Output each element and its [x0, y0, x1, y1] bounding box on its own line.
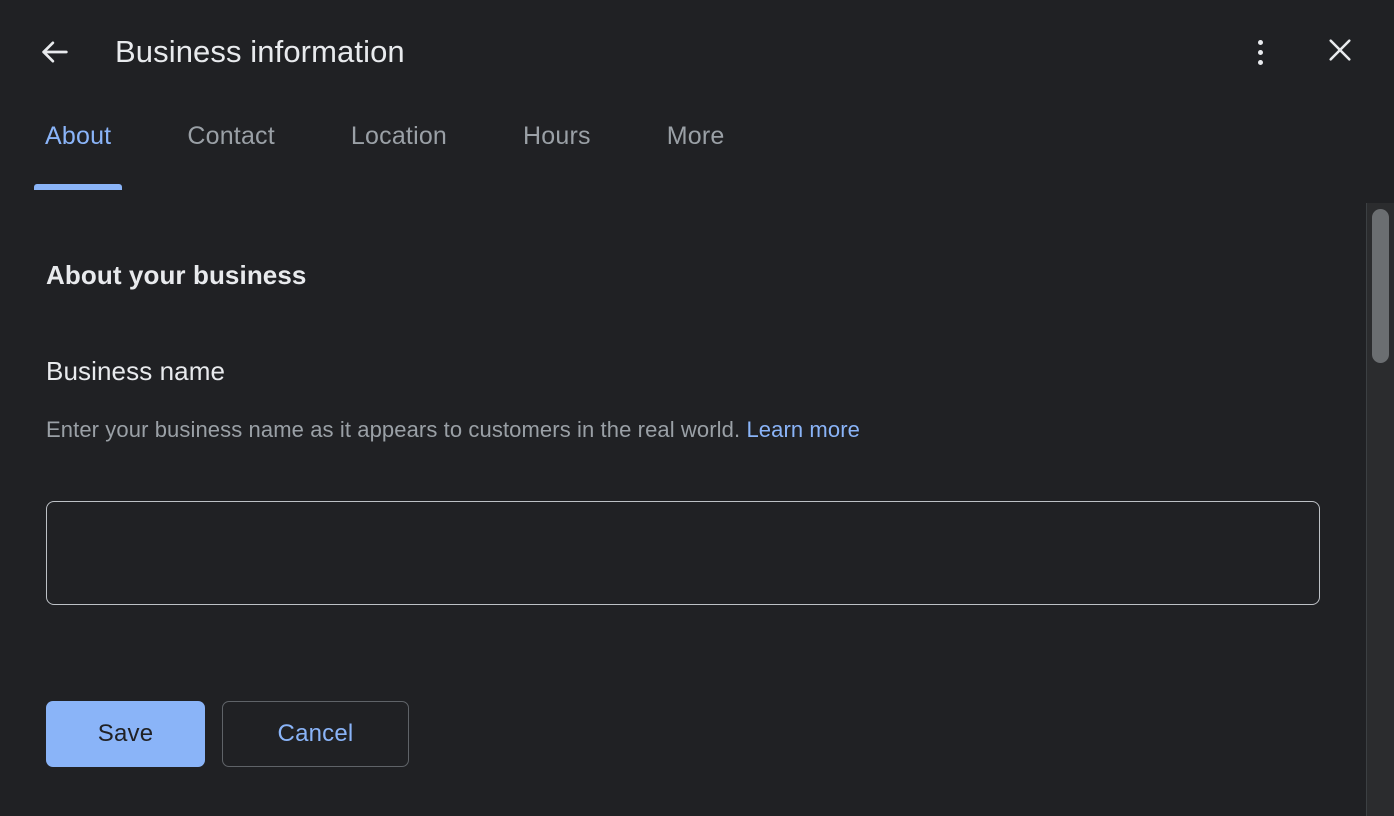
business-name-input[interactable] [46, 501, 1320, 605]
business-name-description-text: Enter your business name as it appears t… [46, 417, 741, 442]
cancel-button[interactable]: Cancel [222, 701, 409, 767]
section-title: About your business [46, 260, 307, 290]
business-name-description: Enter your business name as it appears t… [46, 417, 860, 443]
scrollbar-thumb[interactable] [1372, 209, 1389, 363]
close-button[interactable] [1316, 28, 1364, 76]
business-name-label: Business name [46, 356, 226, 386]
tab-location-label: Location [350, 122, 448, 150]
tab-active-indicator [34, 184, 123, 190]
tab-about[interactable]: About [33, 122, 123, 190]
dialog-content: About your business Business name Enter … [0, 208, 1366, 816]
content-scrollbar[interactable] [1366, 203, 1394, 816]
dialog-header: Business information [0, 0, 1394, 104]
tab-about-label: About [45, 122, 112, 150]
back-button[interactable] [31, 28, 79, 76]
overflow-menu-button[interactable] [1236, 28, 1284, 76]
learn-more-link[interactable]: Learn more [746, 417, 860, 442]
tab-hours-label: Hours [523, 122, 591, 150]
business-information-dialog: Business information About Contact Locat… [0, 0, 1394, 816]
action-buttons: Save Cancel [46, 701, 409, 767]
tab-more-label: More [666, 122, 725, 150]
tab-location[interactable]: Location [339, 122, 459, 190]
tab-contact[interactable]: Contact [175, 122, 287, 190]
save-button[interactable]: Save [46, 701, 205, 767]
tab-more[interactable]: More [655, 122, 737, 190]
close-icon [1324, 34, 1356, 71]
tab-contact-label: Contact [187, 122, 275, 150]
tab-bar: About Contact Location Hours More [0, 122, 1394, 208]
arrow-left-icon [38, 35, 72, 69]
more-vert-icon [1257, 39, 1263, 65]
tab-hours[interactable]: Hours [511, 122, 603, 190]
page-title: Business information [115, 34, 405, 69]
